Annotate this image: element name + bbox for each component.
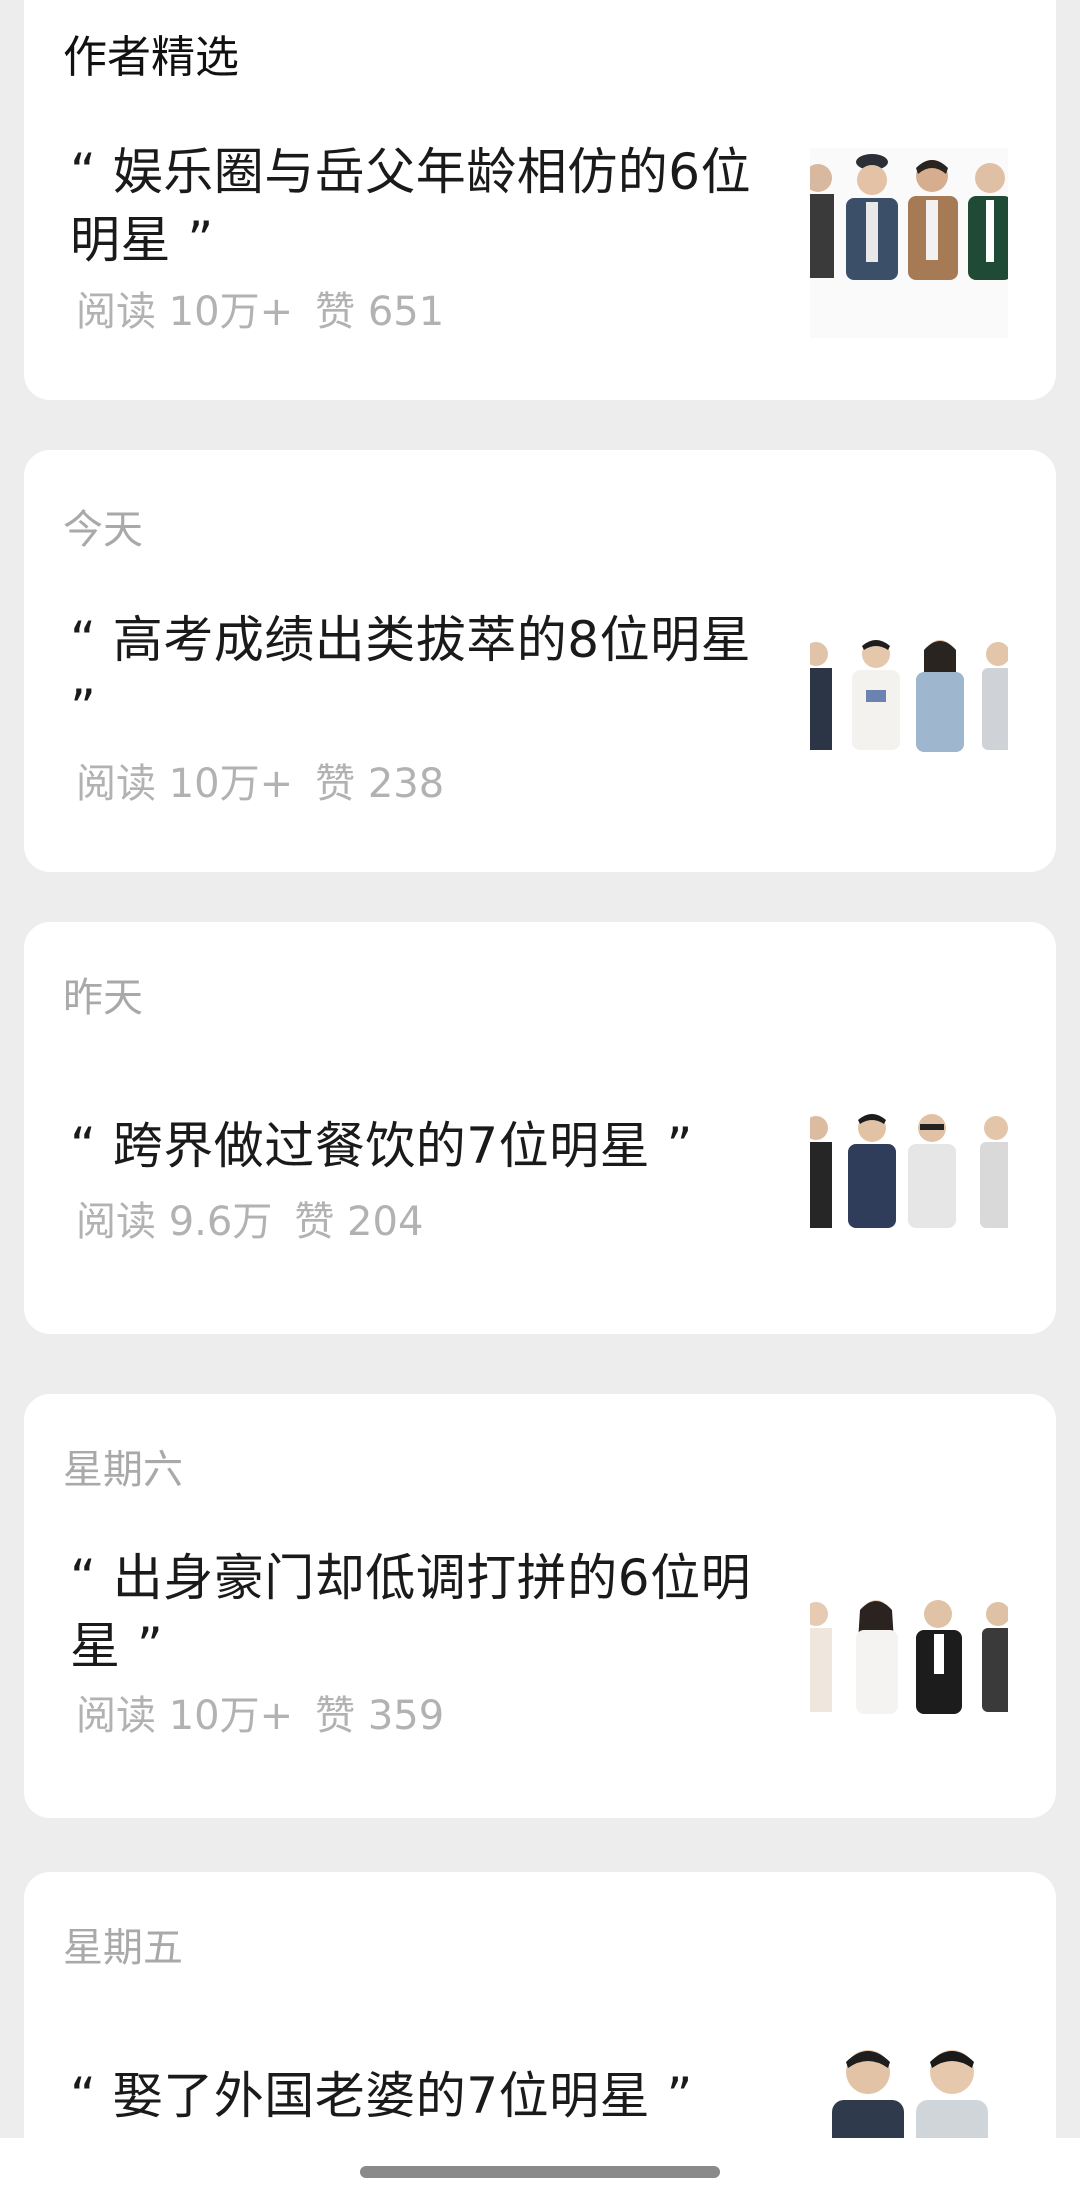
- article-card[interactable]: 星期六 “ 出身豪门却低调打拼的6位明星 ” 阅读 10万+ 赞 359: [24, 1394, 1056, 1818]
- like-count: 赞 359: [315, 1693, 445, 1739]
- article-title[interactable]: “ 出身豪门却低调打拼的6位明星 ”: [70, 1544, 790, 1680]
- article-meta: 阅读 9.6万赞 204: [76, 1200, 423, 1244]
- read-count: 阅读 9.6万: [76, 1199, 273, 1245]
- publish-date: 昨天: [63, 975, 143, 1021]
- article-card[interactable]: 今天 “ 高考成绩出类拔萃的8位明星 ” 阅读 10万+ 赞 238: [24, 450, 1056, 872]
- article-thumbnail[interactable]: [810, 1106, 1008, 1256]
- article-title[interactable]: “ 跨界做过餐饮的7位明星 ”: [70, 1112, 790, 1180]
- home-indicator[interactable]: [360, 2166, 720, 2178]
- article-meta: 阅读 10万+ 赞 651: [76, 290, 444, 334]
- read-count: 阅读 10万+: [76, 289, 294, 335]
- article-thumbnail[interactable]: [810, 148, 1008, 338]
- like-count: 赞 238: [315, 761, 445, 807]
- like-count: 赞 651: [315, 289, 445, 335]
- read-count: 阅读 10万+: [76, 761, 294, 807]
- section-title: 作者精选: [63, 32, 239, 83]
- read-count: 阅读 10万+: [76, 1693, 294, 1739]
- article-meta: 阅读 10万+ 赞 359: [76, 1694, 444, 1738]
- article-meta: 阅读 10万+ 赞 238: [76, 762, 444, 806]
- bottom-bar: [0, 2138, 1080, 2192]
- article-thumbnail[interactable]: [810, 632, 1008, 782]
- like-count: 赞 204: [294, 1199, 424, 1245]
- article-thumbnail[interactable]: [810, 1594, 1008, 1728]
- article-title[interactable]: “ 娶了外国老婆的7位明星 ”: [70, 2062, 790, 2130]
- article-card[interactable]: 昨天 “ 跨界做过餐饮的7位明星 ” 阅读 9.6万赞 204: [24, 922, 1056, 1334]
- illustrated-celebrities-image: [810, 148, 1008, 338]
- illustrated-celebrities-image: [810, 1594, 1008, 1728]
- publish-date: 星期六: [63, 1447, 183, 1493]
- article-title[interactable]: “ 高考成绩出类拔萃的8位明星 ”: [70, 606, 790, 742]
- illustrated-celebrities-image: [810, 632, 1008, 782]
- publish-date: 今天: [63, 507, 143, 553]
- publish-date: 星期五: [63, 1925, 183, 1971]
- article-card[interactable]: 作者精选 “ 娱乐圈与岳父年龄相仿的6位明星 ” 阅读 10万+ 赞 651: [24, 0, 1056, 400]
- article-title[interactable]: “ 娱乐圈与岳父年龄相仿的6位明星 ”: [70, 138, 790, 274]
- illustrated-celebrities-image: [810, 1106, 1008, 1256]
